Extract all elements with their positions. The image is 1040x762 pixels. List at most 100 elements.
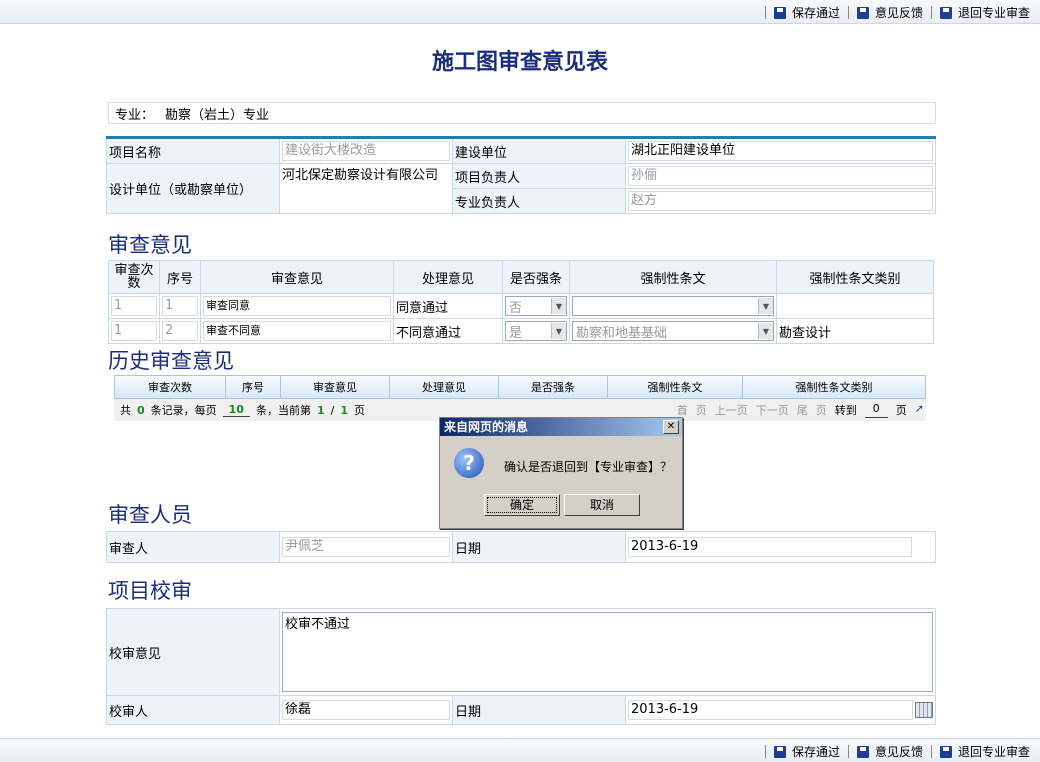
project-info-table: 项目名称 建设街大楼改造 建设单位 湖北正阳建设单位 设计单位（或勘察单位） 河… — [106, 136, 936, 214]
opinion-input[interactable]: 审查同意 — [203, 296, 391, 316]
table-row: 1 1 审查同意 同意通过 否 ▼ ▼ — [108, 293, 934, 319]
project-name-label: 项目名称 — [106, 137, 280, 164]
review-section-title: 审查意见 — [108, 233, 192, 257]
close-icon[interactable]: ✕ — [663, 420, 679, 434]
design-unit-value: 河北保定勘察设计有限公司 — [279, 163, 453, 214]
save-icon — [939, 6, 952, 19]
toolbar-separator — [847, 6, 849, 19]
toolbar-separator — [764, 745, 766, 758]
auditor-section-title: 审查人员 — [108, 503, 192, 527]
auditor-date-input[interactable]: 2013-6-19 — [628, 537, 912, 557]
page-title: 施工图审查意见表 — [431, 49, 608, 75]
cancel-button[interactable]: 取消 — [564, 494, 640, 516]
chevron-down-icon: ▼ — [551, 323, 566, 339]
date-label: 日期 — [452, 695, 626, 725]
total-count: 0 — [137, 403, 145, 417]
col-header: 是否强条 — [502, 260, 570, 294]
dialog-title-bar: 来自网页的消息 ✕ — [440, 418, 682, 436]
col-header: 审查次数 — [108, 260, 160, 294]
builder-label: 建设单位 — [452, 137, 626, 164]
proj-date-input[interactable]: 2013-6-19 — [628, 700, 913, 720]
checker-input[interactable]: 徐磊 — [282, 700, 450, 720]
count-input[interactable]: 1 — [111, 296, 157, 316]
goto-page-input[interactable]: 0 — [864, 402, 888, 418]
history-header: 审查次数 序号 审查意见 处理意见 是否强条 强制性条文 强制性条文类别 — [114, 375, 926, 399]
lead-input[interactable]: 赵方 — [628, 191, 933, 211]
chevron-down-icon: ▼ — [758, 323, 773, 339]
save-icon — [856, 745, 869, 758]
current-page: 1 — [316, 403, 325, 417]
dialog-message: 确认是否退回到【专业审查】？ — [504, 460, 673, 474]
opinion-input[interactable]: 审查不同意 — [203, 321, 391, 341]
mandatory-select[interactable]: 否 ▼ — [505, 296, 567, 316]
prev-page-link[interactable]: 上一页 — [715, 402, 748, 418]
category-value — [776, 293, 934, 319]
clause-select[interactable]: 勘察和地基基础 ▼ — [572, 321, 774, 341]
chevron-down-icon: ▼ — [551, 298, 566, 314]
ok-button[interactable]: 确定 — [484, 494, 560, 516]
feedback-button[interactable]: 意见反馈 — [856, 743, 923, 760]
col-header: 强制性条文 — [569, 260, 777, 294]
lead-label: 专业负责人 — [452, 188, 626, 214]
seq-input[interactable]: 2 — [162, 321, 198, 341]
design-unit-label: 设计单位（或勘察单位） — [106, 163, 280, 214]
major-value: 勘察（岩土）专业 — [165, 108, 270, 123]
auditor-input[interactable]: 尹佩芝 — [282, 537, 450, 557]
date-label: 日期 — [452, 531, 626, 563]
clause-select[interactable]: ▼ — [572, 296, 774, 316]
save-pass-button[interactable]: 保存通过 — [773, 4, 840, 21]
next-page-link[interactable]: 下一页 — [756, 402, 789, 418]
proj-section-title: 项目校审 — [108, 579, 192, 603]
major-label: 专业： — [115, 108, 155, 123]
toolbar-separator — [764, 6, 766, 19]
toolbar-separator — [930, 745, 932, 758]
builder-input[interactable]: 湖北正阳建设单位 — [628, 141, 933, 161]
toolbar-separator — [847, 745, 849, 758]
handle-value: 同意通过 — [393, 293, 503, 319]
first-page-link[interactable]: 首 — [677, 402, 688, 418]
mandatory-select[interactable]: 是 ▼ — [505, 321, 567, 341]
count-input[interactable]: 1 — [111, 321, 157, 341]
calendar-icon[interactable] — [915, 702, 933, 718]
auditor-label: 审查人 — [106, 531, 280, 563]
save-pass-button[interactable]: 保存通过 — [773, 743, 840, 760]
handle-value: 不同意通过 — [393, 318, 503, 344]
save-icon — [773, 6, 786, 19]
last-page-link[interactable]: 尾 — [797, 402, 808, 418]
category-value: 勘查设计 — [776, 318, 934, 344]
major-field: 专业： 勘察（岩土）专业 — [108, 102, 936, 124]
save-icon — [856, 6, 869, 19]
save-icon — [939, 745, 952, 758]
pm-label: 项目负责人 — [452, 163, 626, 189]
confirm-dialog: 来自网页的消息 ✕ ? 确认是否退回到【专业审查】？ 确定 取消 — [439, 417, 683, 529]
auditor-table: 审查人 尹佩芝 日期 2013-6-19 — [106, 531, 936, 563]
review-table: 审查次数 序号 审查意见 处理意见 是否强条 强制性条文 强制性条文类别 1 1… — [108, 260, 934, 344]
proj-review-table: 校审意见 校审不通过 校审人 徐磊 日期 2013-6-19 — [106, 608, 936, 725]
checker-label: 校审人 — [106, 695, 280, 725]
save-icon — [773, 745, 786, 758]
col-header: 是否强条 — [499, 376, 608, 398]
col-header: 审查意见 — [200, 260, 394, 294]
per-page-input[interactable]: 10 — [222, 403, 250, 417]
col-header: 强制性条文 — [608, 376, 743, 398]
return-review-button[interactable]: 退回专业审查 — [939, 4, 1030, 21]
col-header: 审查次数 — [115, 376, 226, 398]
col-header: 处理意见 — [390, 376, 499, 398]
seq-input[interactable]: 1 — [162, 296, 198, 316]
col-header: 序号 — [159, 260, 201, 294]
chevron-down-icon: ▼ — [758, 298, 773, 314]
feedback-button[interactable]: 意见反馈 — [856, 4, 923, 21]
col-header: 处理意见 — [393, 260, 503, 294]
proj-opinion-textarea[interactable]: 校审不通过 — [282, 612, 933, 692]
col-header: 序号 — [226, 376, 281, 398]
pm-input[interactable]: 孙俪 — [628, 166, 933, 186]
bottom-toolbar: 保存通过 意见反馈 退回专业审查 — [0, 738, 1040, 762]
return-review-button[interactable]: 退回专业审查 — [939, 743, 1030, 760]
opinion-label: 校审意见 — [106, 608, 280, 696]
top-toolbar: 保存通过 意见反馈 退回专业审查 — [0, 0, 1040, 24]
goto-arrow-icon[interactable]: ➚ — [915, 402, 924, 418]
col-header: 审查意见 — [281, 376, 390, 398]
table-row: 1 2 审查不同意 不同意通过 是 ▼ 勘察和地基基础 ▼ 勘查设计 — [108, 318, 934, 344]
project-name-input[interactable]: 建设街大楼改造 — [282, 141, 450, 161]
col-header: 强制性条文类别 — [795, 381, 873, 394]
